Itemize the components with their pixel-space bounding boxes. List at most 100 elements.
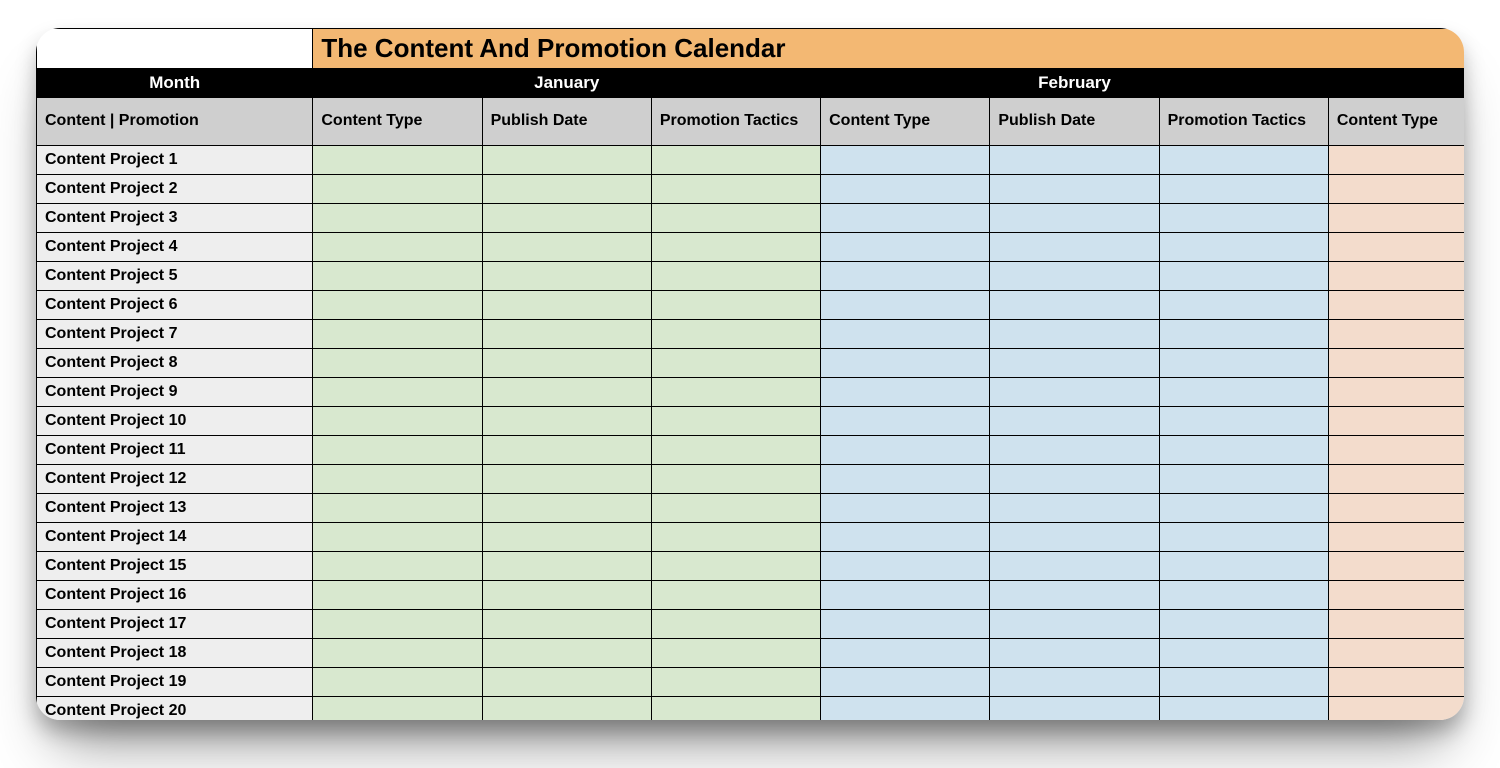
subcol-jan-publish-date[interactable]: Publish Date — [482, 98, 651, 146]
data-cell[interactable] — [990, 610, 1159, 639]
data-cell[interactable] — [482, 407, 651, 436]
data-cell[interactable] — [482, 697, 651, 721]
data-cell[interactable] — [313, 668, 482, 697]
data-cell[interactable] — [482, 523, 651, 552]
project-label[interactable]: Content Project 19 — [37, 668, 313, 697]
data-cell[interactable] — [1328, 697, 1464, 721]
data-cell[interactable] — [821, 175, 990, 204]
data-cell[interactable] — [1328, 581, 1464, 610]
data-cell[interactable] — [1159, 668, 1328, 697]
project-label[interactable]: Content Project 3 — [37, 204, 313, 233]
data-cell[interactable] — [1159, 204, 1328, 233]
subcol-jan-content-type[interactable]: Content Type — [313, 98, 482, 146]
data-cell[interactable] — [990, 349, 1159, 378]
data-cell[interactable] — [821, 436, 990, 465]
data-cell[interactable] — [1328, 436, 1464, 465]
data-cell[interactable] — [1328, 494, 1464, 523]
data-cell[interactable] — [651, 436, 820, 465]
data-cell[interactable] — [821, 697, 990, 721]
data-cell[interactable] — [313, 552, 482, 581]
data-cell[interactable] — [990, 639, 1159, 668]
data-cell[interactable] — [313, 175, 482, 204]
project-label[interactable]: Content Project 14 — [37, 523, 313, 552]
data-cell[interactable] — [1328, 175, 1464, 204]
project-label[interactable]: Content Project 12 — [37, 465, 313, 494]
data-cell[interactable] — [1159, 494, 1328, 523]
data-cell[interactable] — [313, 523, 482, 552]
data-cell[interactable] — [990, 581, 1159, 610]
data-cell[interactable] — [1159, 610, 1328, 639]
data-cell[interactable] — [990, 697, 1159, 721]
data-cell[interactable] — [313, 407, 482, 436]
data-cell[interactable] — [482, 494, 651, 523]
data-cell[interactable] — [1159, 407, 1328, 436]
data-cell[interactable] — [313, 349, 482, 378]
data-cell[interactable] — [1328, 639, 1464, 668]
data-cell[interactable] — [1328, 291, 1464, 320]
data-cell[interactable] — [313, 291, 482, 320]
data-cell[interactable] — [482, 378, 651, 407]
data-cell[interactable] — [1328, 349, 1464, 378]
data-cell[interactable] — [1159, 552, 1328, 581]
data-cell[interactable] — [482, 320, 651, 349]
data-cell[interactable] — [313, 378, 482, 407]
data-cell[interactable] — [651, 581, 820, 610]
data-cell[interactable] — [651, 262, 820, 291]
project-label[interactable]: Content Project 16 — [37, 581, 313, 610]
data-cell[interactable] — [1159, 465, 1328, 494]
data-cell[interactable] — [1159, 349, 1328, 378]
project-label[interactable]: Content Project 5 — [37, 262, 313, 291]
project-label[interactable]: Content Project 20 — [37, 697, 313, 721]
project-label[interactable]: Content Project 17 — [37, 610, 313, 639]
data-cell[interactable] — [651, 146, 820, 175]
title-blank-cell[interactable] — [37, 29, 313, 69]
project-label[interactable]: Content Project 4 — [37, 233, 313, 262]
data-cell[interactable] — [1159, 581, 1328, 610]
data-cell[interactable] — [651, 465, 820, 494]
subcol-mar-content-type[interactable]: Content Type — [1328, 98, 1464, 146]
data-cell[interactable] — [651, 552, 820, 581]
calendar-title[interactable]: The Content And Promotion Calendar — [313, 29, 1464, 69]
data-cell[interactable] — [482, 581, 651, 610]
data-cell[interactable] — [821, 610, 990, 639]
data-cell[interactable] — [1328, 378, 1464, 407]
data-cell[interactable] — [651, 233, 820, 262]
data-cell[interactable] — [821, 494, 990, 523]
data-cell[interactable] — [313, 494, 482, 523]
data-cell[interactable] — [651, 697, 820, 721]
data-cell[interactable] — [1328, 552, 1464, 581]
data-cell[interactable] — [990, 668, 1159, 697]
data-cell[interactable] — [1159, 291, 1328, 320]
data-cell[interactable] — [482, 668, 651, 697]
data-cell[interactable] — [651, 523, 820, 552]
project-label[interactable]: Content Project 18 — [37, 639, 313, 668]
data-cell[interactable] — [651, 204, 820, 233]
data-cell[interactable] — [990, 320, 1159, 349]
data-cell[interactable] — [1159, 697, 1328, 721]
data-cell[interactable] — [990, 494, 1159, 523]
month-header-february[interactable]: February — [821, 69, 1329, 98]
data-cell[interactable] — [1159, 233, 1328, 262]
data-cell[interactable] — [1159, 436, 1328, 465]
data-cell[interactable] — [821, 639, 990, 668]
project-label[interactable]: Content Project 7 — [37, 320, 313, 349]
data-cell[interactable] — [821, 378, 990, 407]
data-cell[interactable] — [821, 262, 990, 291]
data-cell[interactable] — [1328, 320, 1464, 349]
data-cell[interactable] — [821, 349, 990, 378]
data-cell[interactable] — [1159, 523, 1328, 552]
data-cell[interactable] — [651, 668, 820, 697]
data-cell[interactable] — [990, 465, 1159, 494]
data-cell[interactable] — [990, 378, 1159, 407]
data-cell[interactable] — [313, 233, 482, 262]
project-label[interactable]: Content Project 10 — [37, 407, 313, 436]
data-cell[interactable] — [482, 639, 651, 668]
data-cell[interactable] — [821, 523, 990, 552]
project-label[interactable]: Content Project 9 — [37, 378, 313, 407]
data-cell[interactable] — [651, 175, 820, 204]
data-cell[interactable] — [313, 581, 482, 610]
data-cell[interactable] — [1328, 610, 1464, 639]
data-cell[interactable] — [821, 204, 990, 233]
data-cell[interactable] — [821, 552, 990, 581]
data-cell[interactable] — [1328, 523, 1464, 552]
